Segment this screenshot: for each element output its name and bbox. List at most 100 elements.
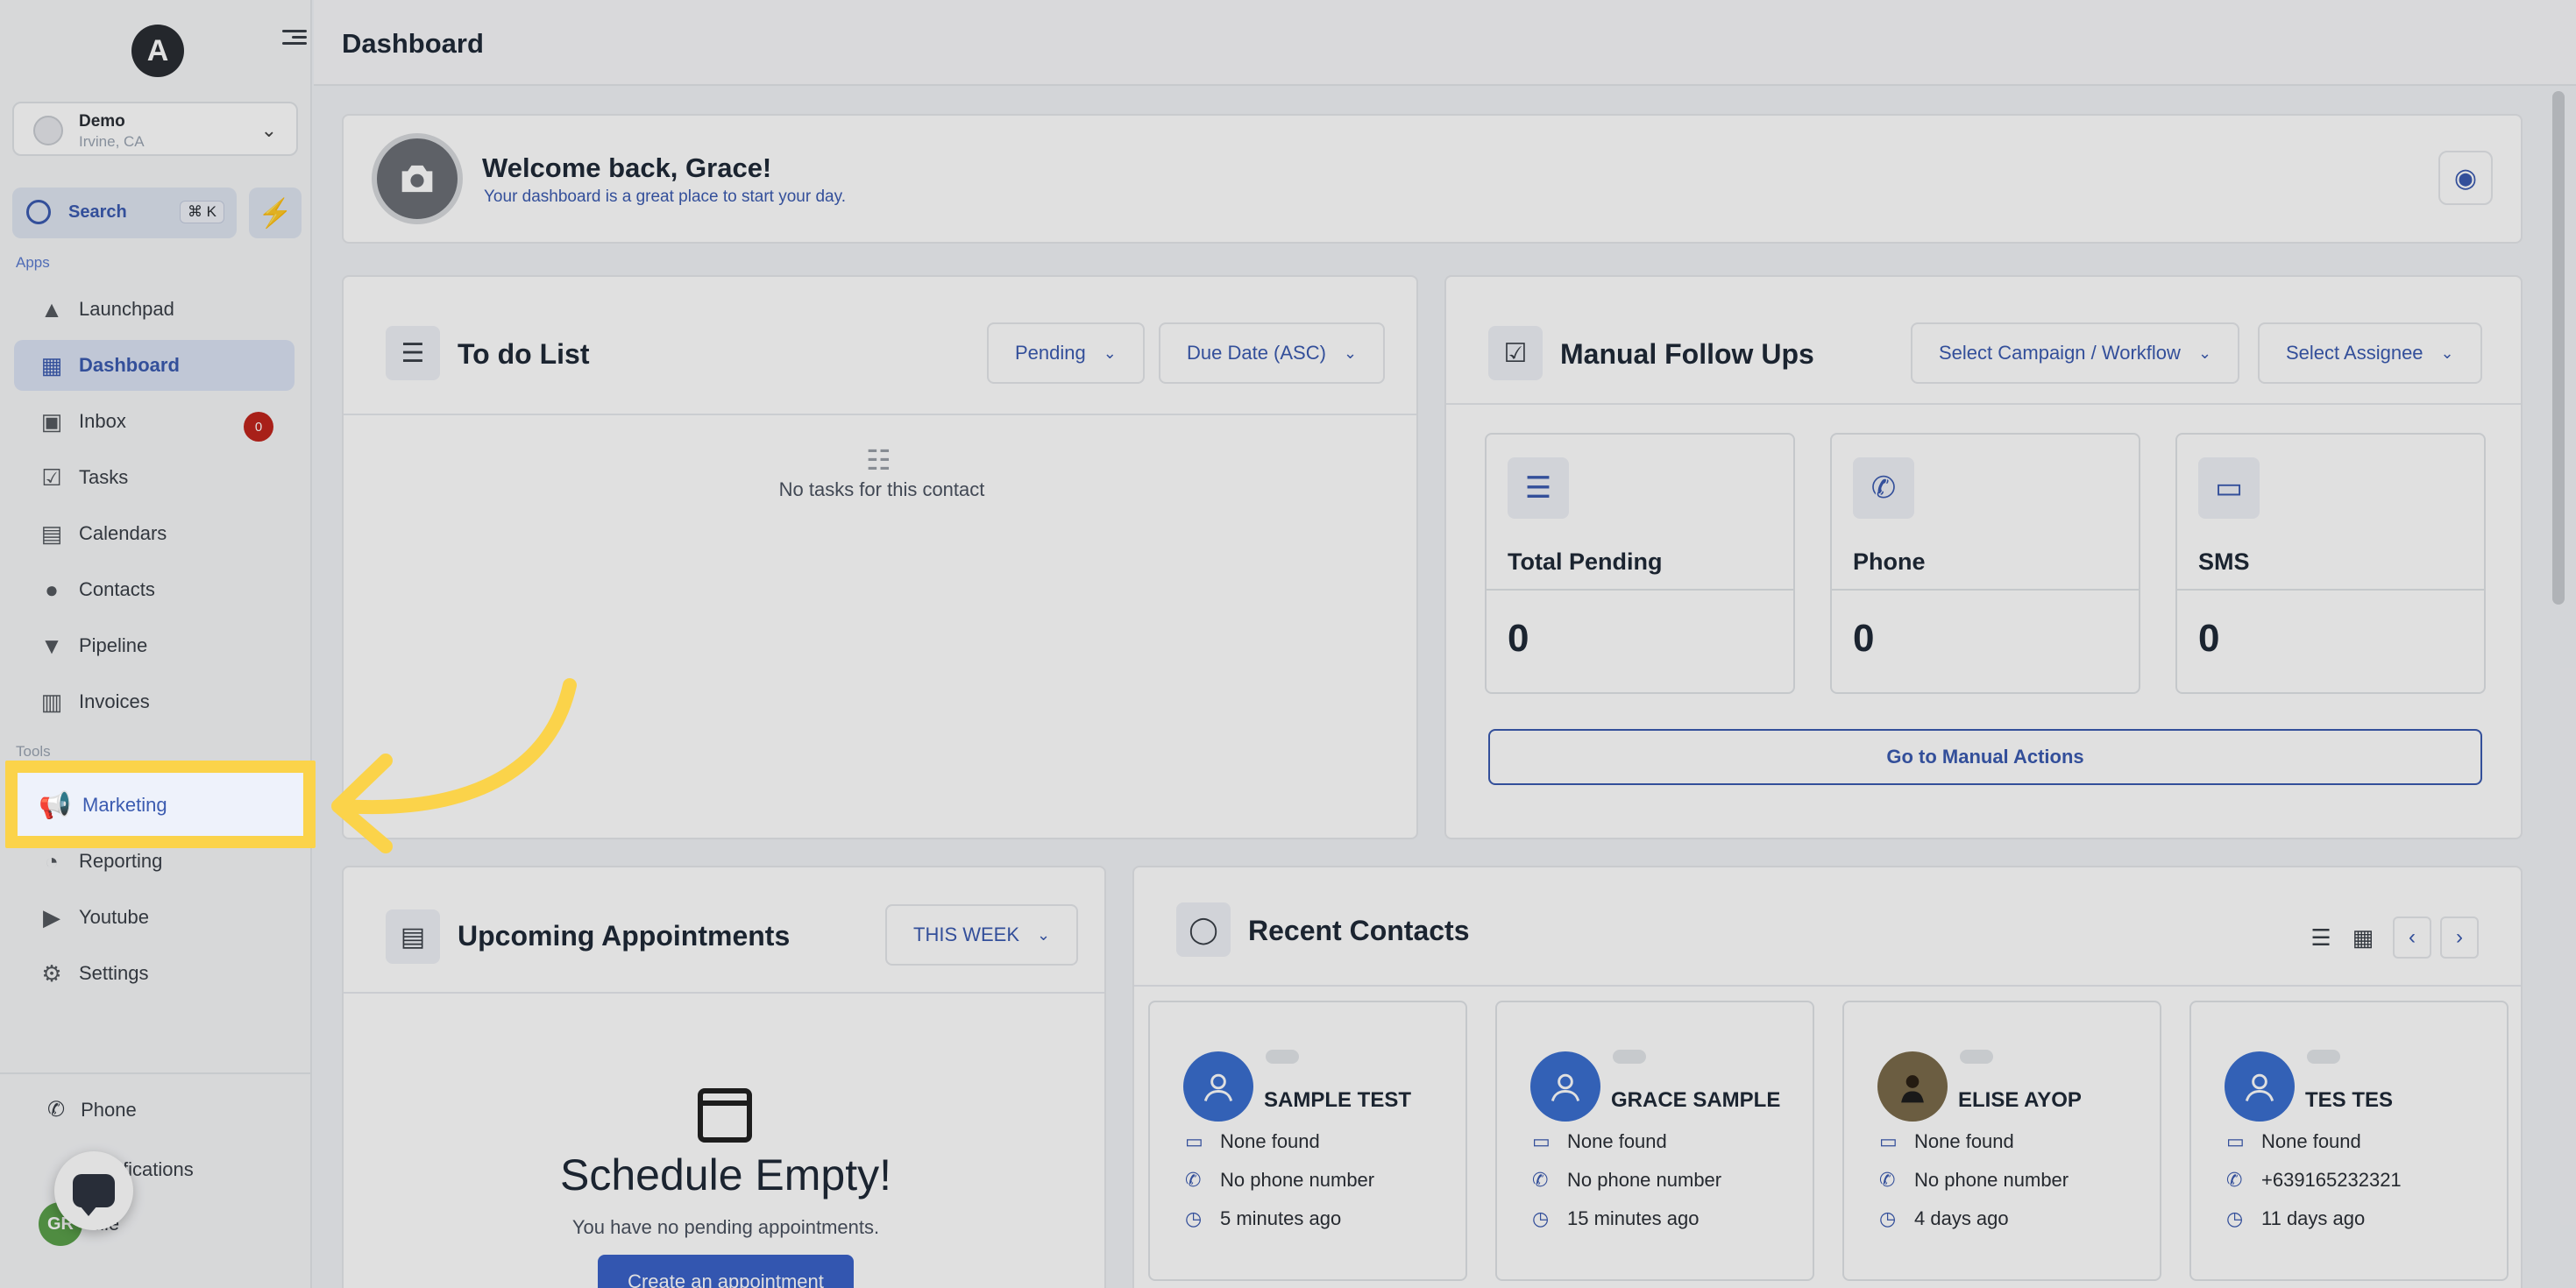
stat-phone[interactable]: ✆ Phone 0	[1830, 433, 2140, 694]
stat-label: SMS	[2198, 548, 2250, 575]
contact-company-text: None found	[1220, 1130, 1320, 1152]
empty-list-icon: ☷	[866, 444, 891, 476]
appointments-title: Upcoming Appointments	[458, 920, 791, 952]
contact-time: ◷ 5 minutes ago	[1185, 1207, 1341, 1230]
list-view-icon[interactable]: ☰	[2300, 916, 2342, 959]
account-location: Irvine, CA	[79, 133, 145, 150]
divider	[1134, 985, 2521, 987]
sidebar-item-label: Settings	[79, 962, 149, 984]
contact-phone-text: No phone number	[1567, 1169, 1722, 1191]
divider	[1446, 403, 2521, 405]
dropdown-value: Select Campaign / Workflow	[1939, 342, 2181, 364]
stat-value: 0	[1853, 617, 1875, 660]
tag-pill	[1266, 1050, 1299, 1064]
search-button[interactable]: Search ⌘ K	[12, 188, 237, 238]
contact-company-text: None found	[2261, 1130, 2361, 1152]
todo-status-dropdown[interactable]: Pending ⌄	[987, 322, 1145, 384]
sidebar-item-tasks[interactable]: ☑ Tasks	[14, 452, 295, 503]
chevron-down-icon: ⌄	[1343, 343, 1358, 362]
tag-pill	[1960, 1050, 1993, 1064]
account-avatar	[33, 116, 63, 145]
contact-card[interactable]: ELISE AYOP ▭ None found ✆ No phone number …	[1842, 1001, 2161, 1281]
stat-total-pending[interactable]: ☰ Total Pending 0	[1485, 433, 1795, 694]
schedule-empty-title: Schedule Empty!	[560, 1150, 891, 1200]
sidebar-item-invoices[interactable]: ▥ Invoices	[14, 676, 295, 727]
next-page-button[interactable]: ›	[2440, 916, 2479, 959]
briefcase-icon: ▭	[1879, 1130, 1898, 1152]
tutorial-arrow-icon	[331, 678, 577, 853]
palette-icon[interactable]: ◉	[2438, 151, 2493, 205]
sidebar-item-youtube[interactable]: ▶ Youtube	[14, 892, 295, 943]
sidebar-item-label: Contacts	[79, 578, 155, 600]
sidebar-item-settings[interactable]: ⚙ Settings	[14, 948, 295, 999]
assignee-dropdown[interactable]: Select Assignee ⌄	[2258, 322, 2482, 384]
todo-sort-dropdown[interactable]: Due Date (ASC) ⌄	[1159, 322, 1386, 384]
contact-name: ELISE AYOP	[1958, 1088, 2082, 1112]
briefcase-icon: ▭	[2226, 1130, 2245, 1152]
stat-sms[interactable]: ▭ SMS 0	[2175, 433, 2486, 694]
sidebar-item-inbox[interactable]: ▣ Inbox 0	[14, 396, 295, 447]
play-icon: ▶	[43, 903, 60, 931]
dropdown-value: Select Assignee	[2286, 342, 2423, 364]
briefcase-icon: ▭	[1532, 1130, 1551, 1152]
search-icon	[26, 200, 51, 224]
profile-photo-upload[interactable]	[372, 133, 463, 224]
filter-icon: ▼	[40, 632, 63, 659]
sidebar-item-phone[interactable]: ✆ Phone	[47, 1097, 137, 1122]
sidebar-item-launchpad[interactable]: ▲ Launchpad	[14, 284, 295, 335]
campaign-workflow-dropdown[interactable]: Select Campaign / Workflow ⌄	[1911, 322, 2240, 384]
collapse-sidebar-icon[interactable]	[282, 26, 307, 51]
contact-name: GRACE SAMPLE	[1611, 1088, 1781, 1112]
sidebar-item-contacts[interactable]: ● Contacts	[14, 564, 295, 615]
contact-company: ▭ None found	[1185, 1130, 1320, 1153]
dropdown-value: Pending	[1015, 342, 1086, 364]
contact-time: ◷ 11 days ago	[2226, 1207, 2365, 1230]
page-scrollbar[interactable]	[2552, 91, 2565, 605]
grid-view-icon[interactable]: ▦	[2342, 916, 2384, 959]
appointments-range-dropdown[interactable]: THIS WEEK ⌄	[885, 904, 1079, 966]
contact-company: ▭ None found	[1532, 1130, 1667, 1153]
previous-page-button[interactable]: ‹	[2393, 916, 2431, 959]
briefcase-icon: ▭	[1185, 1130, 1203, 1152]
contact-card[interactable]: SAMPLE TEST ▭ None found ✆ No phone number…	[1148, 1001, 1467, 1281]
stat-value: 0	[1508, 617, 1529, 660]
contact-time-text: 4 days ago	[1914, 1207, 2009, 1229]
person-photo-icon	[1901, 1075, 1924, 1103]
app-logo[interactable]: A	[131, 25, 184, 77]
chevron-down-icon: ⌄	[1103, 343, 1117, 362]
chevron-down-icon: ⌄	[2197, 343, 2212, 362]
chat-widget-button[interactable]	[54, 1151, 133, 1230]
manual-follow-ups-card: ☑ Manual Follow Ups Select Campaign / Wo…	[1444, 275, 2523, 839]
calendar-icon: ▤	[40, 520, 63, 547]
sidebar-item-pipeline[interactable]: ▼ Pipeline	[14, 620, 295, 671]
calendar-icon: ▤	[386, 909, 440, 964]
sidebar-item-notifications[interactable]: fications	[123, 1158, 194, 1181]
sidebar-item-label: Pipeline	[79, 634, 148, 656]
quick-actions-bolt-icon[interactable]: ⚡	[249, 188, 302, 238]
sidebar-item-dashboard[interactable]: ▦ Dashboard	[14, 340, 295, 391]
contact-card[interactable]: TES TES ▭ None found ✆ +639165232321 ◷ 11 d…	[2189, 1001, 2509, 1281]
rocket-icon: ▲	[40, 295, 63, 322]
sidebar-item-label: Invoices	[79, 690, 150, 712]
contact-time-text: 5 minutes ago	[1220, 1207, 1342, 1229]
sidebar-item-label: Launchpad	[79, 298, 174, 320]
contact-card[interactable]: GRACE SAMPLE ▭ None found ✆ No phone numbe…	[1495, 1001, 1814, 1281]
account-name: Demo	[79, 112, 125, 131]
phone-icon: ✆	[1185, 1169, 1202, 1191]
sidebar-item-label: Dashboard	[79, 354, 180, 376]
schedule-empty-subtitle: You have no pending appointments.	[571, 1216, 880, 1238]
avatar	[2225, 1051, 2295, 1122]
divider	[344, 992, 1104, 994]
sidebar-divider	[0, 1072, 312, 1074]
create-appointment-button[interactable]: Create an appointment	[598, 1255, 854, 1288]
stat-label: Phone	[1853, 548, 1926, 575]
account-switcher[interactable]: Demo Irvine, CA ⌄	[12, 102, 298, 156]
sidebar-item-label: Phone	[81, 1098, 137, 1121]
sidebar-item-label: Tasks	[79, 466, 129, 488]
go-to-manual-actions-button[interactable]: Go to Manual Actions	[1488, 729, 2482, 785]
search-label: Search	[68, 202, 127, 222]
sidebar-item-calendars[interactable]: ▤ Calendars	[14, 508, 295, 559]
avatar-photo	[1877, 1051, 1948, 1122]
sidebar-item-marketing[interactable]: 📢 Marketing	[5, 761, 316, 848]
phone-icon: ✆	[1879, 1169, 1896, 1191]
